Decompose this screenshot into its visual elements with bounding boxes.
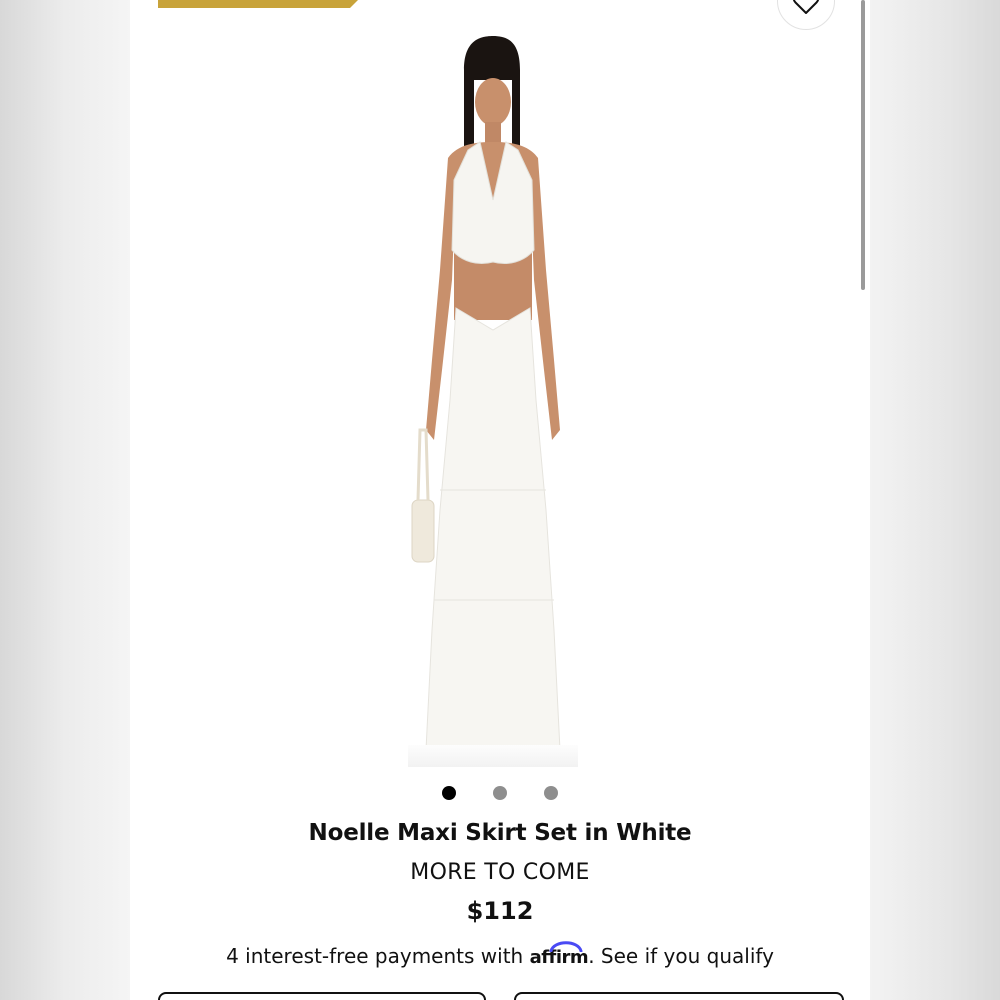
promo-banner-tab[interactable]	[158, 0, 358, 8]
heart-icon	[792, 0, 820, 19]
affirm-prefix: 4 interest-free payments with	[226, 944, 524, 968]
size-select-button[interactable]	[158, 992, 486, 1000]
affirm-financing-line[interactable]: 4 interest-free payments with affirm . S…	[130, 941, 870, 968]
affirm-arc-icon	[549, 941, 583, 952]
product-brand[interactable]: MORE TO COME	[130, 860, 870, 885]
add-to-bag-button[interactable]	[514, 992, 844, 1000]
gallery-dot-2[interactable]	[493, 786, 507, 800]
product-page: Noelle Maxi Skirt Set in White MORE TO C…	[130, 0, 870, 1000]
product-price: $112	[466, 897, 534, 925]
gallery-dots	[130, 786, 870, 802]
gallery-dot-1[interactable]	[442, 786, 456, 800]
image-floor-shadow	[408, 745, 578, 767]
scrollbar[interactable]	[861, 0, 865, 290]
product-title: Noelle Maxi Skirt Set in White	[308, 820, 692, 846]
affirm-logo: affirm	[530, 941, 589, 968]
gallery-dot-3[interactable]	[544, 786, 558, 800]
wishlist-button[interactable]	[777, 0, 835, 30]
background-right	[870, 0, 1000, 1000]
background-left	[0, 0, 130, 1000]
affirm-qualify-link[interactable]: . See if you qualify	[588, 944, 774, 968]
product-image[interactable]	[408, 30, 578, 770]
